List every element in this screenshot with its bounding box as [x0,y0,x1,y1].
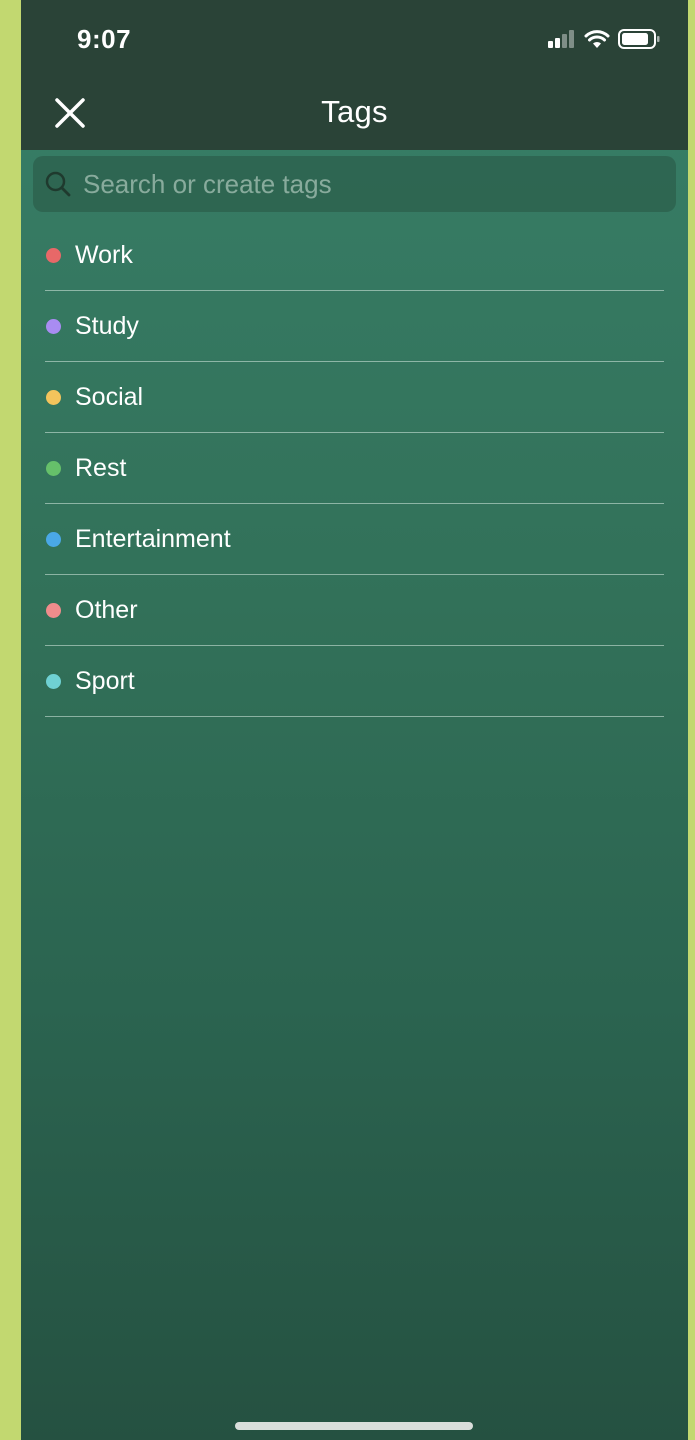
tag-color-dot [46,531,61,547]
tag-color-dot [46,460,61,476]
search-bar[interactable] [33,156,676,212]
tag-color-dot [46,673,61,689]
tag-item-rest[interactable]: Rest [45,433,664,504]
tag-item-study[interactable]: Study [45,291,664,362]
status-icons [548,28,660,55]
search-input[interactable] [81,161,676,207]
tag-list: Work Study Social Rest Entertainment Other Spo… [45,220,664,717]
search-icon [45,171,71,197]
tag-label: Rest [75,453,127,482]
tag-label: Entertainment [75,524,231,553]
tag-item-sport[interactable]: Sport [45,646,664,717]
wifi-icon [584,29,610,54]
tag-color-dot [46,389,61,405]
tag-color-dot [46,318,61,334]
tag-label: Sport [75,666,135,695]
tag-item-entertainment[interactable]: Entertainment [45,504,664,575]
tag-label: Work [75,240,133,269]
page-title: Tags [321,94,388,129]
cellular-signal-icon [548,29,576,53]
app-screen: 9:07 Tags Search or create tags Work Stu… [21,0,688,1440]
tag-item-other[interactable]: Other [45,575,664,646]
battery-icon [618,28,660,55]
tag-label: Study [75,311,139,340]
tag-color-dot [46,247,61,263]
tag-label: Social [75,382,144,411]
home-indicator[interactable] [235,1422,473,1430]
tag-color-dot [46,602,61,618]
tag-label: Other [75,595,138,624]
tag-item-social[interactable]: Social [45,362,664,433]
status-time: 9:07 [77,24,132,54]
tag-item-work[interactable]: Work [45,220,664,291]
header: 9:07 Tags [21,0,688,150]
